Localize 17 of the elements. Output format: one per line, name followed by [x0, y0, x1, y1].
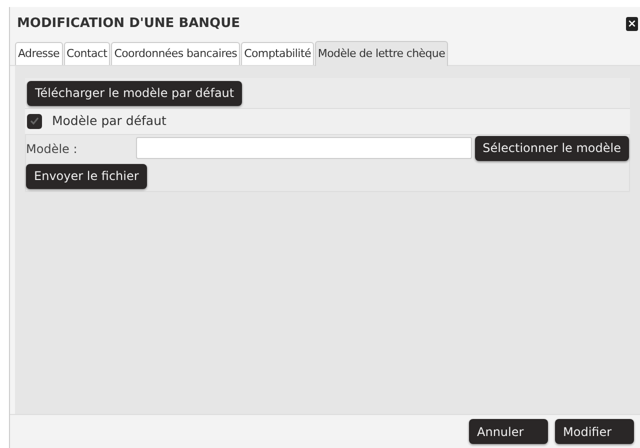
- window-title: MODIFICATION D'UNE BANQUE: [17, 15, 240, 34]
- tab[interactable]: Contact: [64, 42, 110, 65]
- close-button[interactable]: ×: [626, 17, 638, 31]
- download-button[interactable]: Télécharger le modèle par défaut: [27, 80, 242, 106]
- field-label: Modèle :: [26, 140, 78, 158]
- select-model-button[interactable]: Sélectionner le modèle: [474, 136, 629, 160]
- upload-button[interactable]: Envoyer le fichier: [26, 164, 147, 188]
- tab[interactable]: Modèle de lettre chèque: [314, 41, 448, 66]
- checkbox[interactable]: [27, 114, 42, 128]
- tab[interactable]: Comptabilité: [241, 42, 314, 65]
- model-field[interactable]: [136, 137, 472, 159]
- checkbox-label: Modèle par défaut: [52, 112, 166, 130]
- check-icon: [30, 117, 39, 125]
- tab[interactable]: Coordonnées bancaires: [111, 42, 240, 65]
- dialog-button[interactable]: Modifier: [555, 419, 634, 444]
- dialog-button[interactable]: Annuler: [469, 419, 548, 444]
- tab[interactable]: Adresse: [15, 42, 62, 65]
